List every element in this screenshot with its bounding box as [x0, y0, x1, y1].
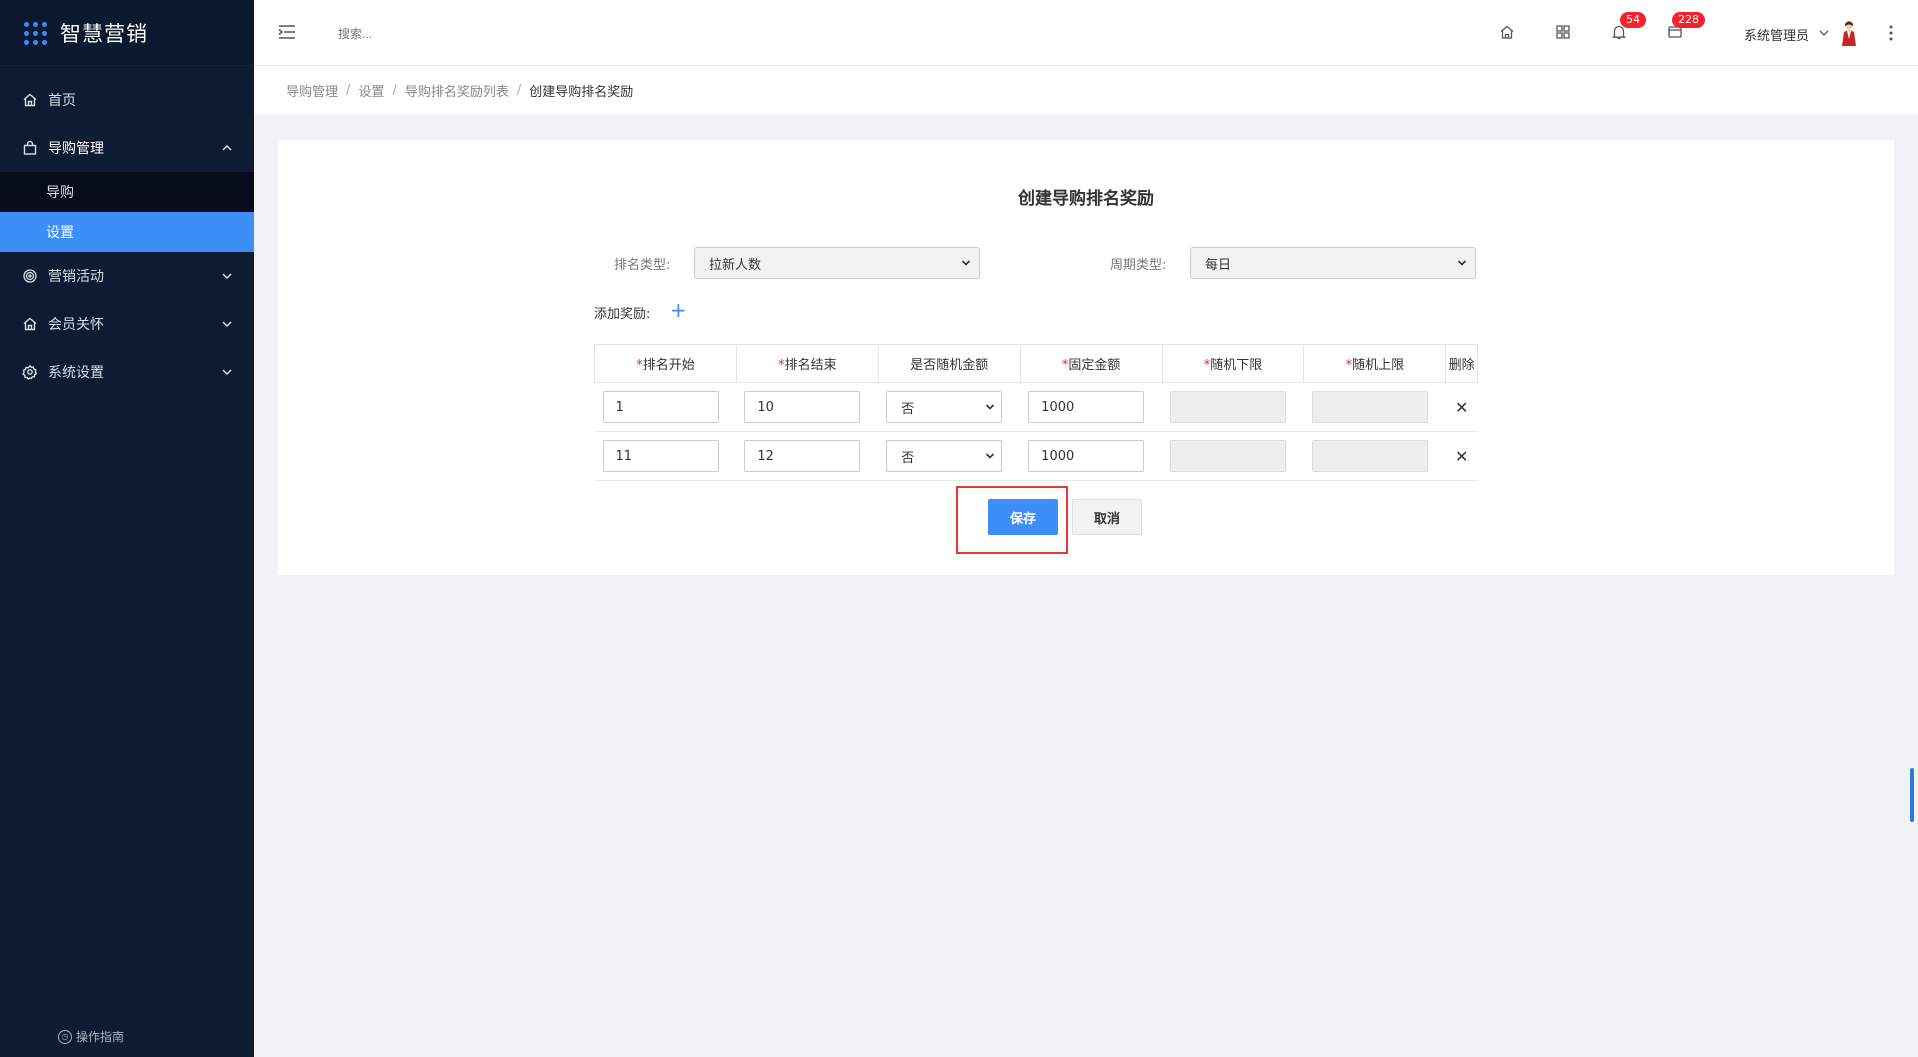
- bag-icon: [22, 140, 38, 156]
- column-header-rank-end: *排名结束: [735, 344, 879, 383]
- period-type-label: 周期类型:: [1110, 258, 1167, 273]
- column-header-random-max: *随机上限: [1303, 344, 1447, 383]
- guide-label: 操作指南: [76, 1030, 125, 1044]
- scrollbar-thumb[interactable]: [1910, 768, 1914, 822]
- submenu-guide-management: 导购 设置: [0, 172, 254, 252]
- rank-type-value: 拉新人数: [709, 257, 762, 273]
- column-header-random-min: *随机下限: [1161, 344, 1305, 383]
- add-reward-label: 添加奖励:: [594, 307, 651, 322]
- app-title: 智慧营销: [60, 21, 148, 46]
- column-header-delete: 删除: [1445, 344, 1478, 383]
- sidebar-menu: 首页 导购管理 导购 设置 营销活动 会员关怀 系统设置: [0, 66, 254, 396]
- breadcrumb-item[interactable]: 导购管理: [286, 81, 338, 100]
- sidebar-subitem-label: 设置: [46, 225, 74, 241]
- guide-link[interactable]: ◷ 操作指南: [58, 1028, 124, 1045]
- delete-icon[interactable]: ✕: [1454, 447, 1470, 466]
- chevron-down-icon[interactable]: [1818, 27, 1830, 39]
- rank-start-input[interactable]: 1: [602, 391, 719, 423]
- logo[interactable]: 智慧营销: [0, 0, 254, 66]
- sidebar-subitem-guide[interactable]: 导购: [0, 172, 254, 212]
- sidebar-item-system-settings[interactable]: 系统设置: [0, 348, 254, 396]
- random-amount-select[interactable]: 否: [886, 391, 1003, 423]
- random-min-input: [1170, 391, 1287, 423]
- random-amount-value: 否: [901, 450, 915, 466]
- save-button[interactable]: 保存: [988, 499, 1058, 535]
- breadcrumb: 导购管理 / 设置 / 导购排名奖励列表 / 创建导购排名奖励: [254, 66, 1918, 116]
- guide-icon: ◷: [58, 1029, 72, 1044]
- breadcrumb-item[interactable]: 导购排名奖励列表: [405, 81, 509, 100]
- breadcrumb-item[interactable]: 设置: [358, 81, 384, 100]
- sidebar-item-label: 导购管理: [48, 141, 104, 157]
- sidebar-item-label: 会员关怀: [48, 317, 104, 333]
- home-icon[interactable]: [1498, 23, 1516, 41]
- menu-toggle-icon[interactable]: [278, 24, 296, 40]
- sidebar-item-guide-management[interactable]: 导购管理: [0, 124, 254, 172]
- user-name[interactable]: 系统管理员: [1744, 25, 1809, 44]
- plus-icon[interactable]: +: [670, 300, 687, 320]
- top-header: 54 228 系统管理员: [254, 0, 1918, 66]
- chevron-down-icon: [222, 321, 232, 328]
- chevron-down-icon: [1457, 260, 1467, 266]
- table-header-row: *排名开始 *排名结束 是否随机金额 *固定金额 *随机下限 *随机上限 删除: [594, 344, 1478, 383]
- sidebar-item-label: 首页: [48, 93, 76, 109]
- table-row: 11 12 否 1000 ✕: [594, 431, 1478, 481]
- random-max-input: [1311, 391, 1428, 423]
- apps-grid-icon[interactable]: [1554, 23, 1572, 41]
- rank-end-input[interactable]: 10: [744, 391, 861, 423]
- chevron-down-icon: [222, 369, 232, 376]
- random-amount-value: 否: [901, 401, 915, 417]
- gear-icon: [22, 364, 38, 380]
- fixed-amount-input[interactable]: 1000: [1028, 440, 1145, 472]
- column-header-rank-start: *排名开始: [594, 344, 737, 383]
- breadcrumb-separator: /: [392, 83, 397, 98]
- random-max-input: [1311, 440, 1428, 472]
- chevron-down-icon: [961, 260, 971, 266]
- message-badge: 228: [1672, 12, 1705, 28]
- sidebar: 智慧营销 首页 导购管理 导购 设置 营销活动 会员关怀 系统设置 ◷ 操作指南: [0, 0, 254, 1057]
- delete-icon[interactable]: ✕: [1454, 398, 1470, 417]
- random-amount-select[interactable]: 否: [886, 440, 1003, 472]
- chevron-up-icon: [222, 144, 232, 151]
- sidebar-item-label: 营销活动: [48, 269, 104, 285]
- fixed-amount-input[interactable]: 1000: [1028, 391, 1145, 423]
- cancel-button[interactable]: 取消: [1072, 499, 1142, 535]
- more-vertical-icon[interactable]: [1888, 24, 1894, 42]
- sidebar-item-marketing[interactable]: 营销活动: [0, 252, 254, 300]
- target-icon: [22, 268, 38, 284]
- search-input[interactable]: [338, 24, 558, 44]
- chevron-down-icon: [986, 404, 995, 410]
- message-icon[interactable]: 228: [1666, 12, 1705, 41]
- column-header-fixed-amount: *固定金额: [1019, 344, 1163, 383]
- random-min-input: [1170, 440, 1287, 472]
- breadcrumb-separator: /: [516, 83, 522, 98]
- home-icon: [22, 92, 38, 108]
- table-row: 1 10 否 1000 ✕: [594, 382, 1478, 432]
- rank-type-select[interactable]: 拉新人数: [694, 247, 980, 279]
- period-type-value: 每日: [1205, 257, 1232, 273]
- avatar[interactable]: [1840, 20, 1858, 46]
- chevron-down-icon: [986, 453, 995, 459]
- sidebar-item-home[interactable]: 首页: [0, 76, 254, 124]
- breadcrumb-separator: /: [346, 83, 351, 98]
- rank-end-input[interactable]: 12: [744, 440, 861, 472]
- house-icon: [22, 316, 38, 332]
- period-type-select[interactable]: 每日: [1190, 247, 1476, 279]
- sidebar-item-label: 系统设置: [48, 365, 104, 381]
- notification-badge: 54: [1620, 12, 1646, 28]
- bell-icon[interactable]: 54: [1610, 12, 1646, 41]
- breadcrumb-current: 创建导购排名奖励: [529, 85, 634, 100]
- column-header-random: 是否随机金额: [877, 344, 1021, 383]
- page-title: 创建导购排名奖励: [1018, 189, 1154, 209]
- reward-table: *排名开始 *排名结束 是否随机金额 *固定金额 *随机下限 *随机上限 删除 …: [594, 344, 1478, 481]
- logo-grid-icon: [24, 21, 47, 45]
- sidebar-item-member-care[interactable]: 会员关怀: [0, 300, 254, 348]
- chevron-down-icon: [222, 273, 232, 280]
- sidebar-subitem-settings[interactable]: 设置: [0, 212, 254, 252]
- rank-type-label: 排名类型:: [614, 258, 671, 273]
- rank-start-input[interactable]: 11: [602, 440, 719, 472]
- sidebar-subitem-label: 导购: [46, 185, 74, 201]
- form-card: 创建导购排名奖励 排名类型: 拉新人数 周期类型: 每日 添加奖励: + *排名…: [278, 140, 1894, 575]
